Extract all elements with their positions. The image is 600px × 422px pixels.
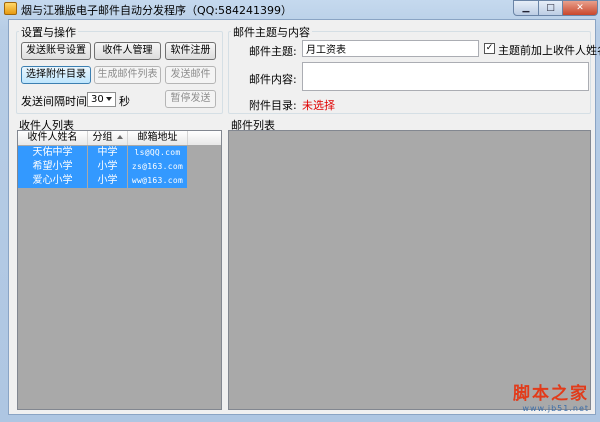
interval-unit: 秒 <box>119 95 130 108</box>
recipient-name: 天佑中学 <box>18 146 87 160</box>
watermark-logo: 脚本之家 <box>513 384 589 404</box>
column-header-group-label: 分组 <box>92 132 113 143</box>
recipient-email: ww@163.com <box>128 174 187 188</box>
recipient-email: ls@QQ.com <box>128 146 187 160</box>
recipient-name: 爱心小学 <box>18 174 87 188</box>
software-register-button[interactable]: 软件注册 <box>165 42 216 60</box>
column-header-name[interactable]: 收件人姓名 <box>18 131 88 145</box>
send-mail-button[interactable]: 发送邮件 <box>165 66 216 84</box>
recipient-email: zs@163.com <box>128 160 187 174</box>
subject-prefix-checkbox[interactable]: ✓ <box>484 43 495 54</box>
interval-label: 发送间隔时间: <box>21 95 91 108</box>
recipient-list-header: 收件人姓名 分组 邮箱地址 <box>18 131 221 145</box>
recipient-manage-button[interactable]: 收件人管理 <box>94 42 161 60</box>
mail-list[interactable] <box>228 130 591 410</box>
minimize-icon[interactable]: ▁ <box>513 0 539 16</box>
account-settings-button[interactable]: 发送账号设置 <box>21 42 91 60</box>
recipient-group: 小学 <box>88 174 127 188</box>
sort-ascending-icon <box>116 135 123 139</box>
app-window: 烟与江雅版电子邮件自动分发程序（QQ:584241399） ▁ □ ✕ 设置与操… <box>0 0 600 422</box>
content-input[interactable] <box>302 62 589 91</box>
window-title: 烟与江雅版电子邮件自动分发程序（QQ:584241399） <box>21 4 293 17</box>
watermark: 脚本之家 www.jb51.net <box>513 379 589 413</box>
maximize-icon[interactable]: □ <box>538 0 563 16</box>
close-icon[interactable]: ✕ <box>562 0 598 16</box>
watermark-url: www.jb51.net <box>522 404 589 413</box>
attachment-dir-label: 附件目录: <box>249 99 297 112</box>
attachment-dir-value: 未选择 <box>302 99 335 112</box>
column-header-group[interactable]: 分组 <box>88 131 128 145</box>
pause-send-button[interactable]: 暂停发送 <box>165 90 216 108</box>
interval-value: 30 <box>91 94 104 105</box>
app-icon <box>4 2 17 15</box>
select-attachment-dir-button[interactable]: 选择附件目录 <box>21 66 91 84</box>
generate-mail-list-button[interactable]: 生成邮件列表 <box>94 66 161 84</box>
column-header-email[interactable]: 邮箱地址 <box>128 131 188 145</box>
content-label: 邮件内容: <box>249 73 297 86</box>
mail-group-title: 邮件主题与内容 <box>231 24 312 40</box>
title-bar[interactable]: 烟与江雅版电子邮件自动分发程序（QQ:584241399） ▁ □ ✕ <box>0 0 600 18</box>
subject-input[interactable] <box>302 40 479 57</box>
subject-prefix-label: 主题前加上收件人姓名 <box>498 44 600 57</box>
recipient-name: 希望小学 <box>18 160 87 174</box>
subject-label: 邮件主题: <box>249 45 297 58</box>
recipient-group: 小学 <box>88 160 127 174</box>
recipient-group: 中学 <box>88 146 127 160</box>
client-area: 设置与操作 发送账号设置 收件人管理 软件注册 选择附件目录 生成邮件列表 发送… <box>8 19 600 415</box>
chevron-down-icon <box>106 97 112 101</box>
recipient-list[interactable]: 收件人姓名 分组 邮箱地址 天佑中学 中学 ls@QQ.com 希望小学 小学 … <box>17 130 222 410</box>
settings-group-title: 设置与操作 <box>19 24 78 40</box>
interval-select[interactable]: 30 <box>87 92 116 107</box>
